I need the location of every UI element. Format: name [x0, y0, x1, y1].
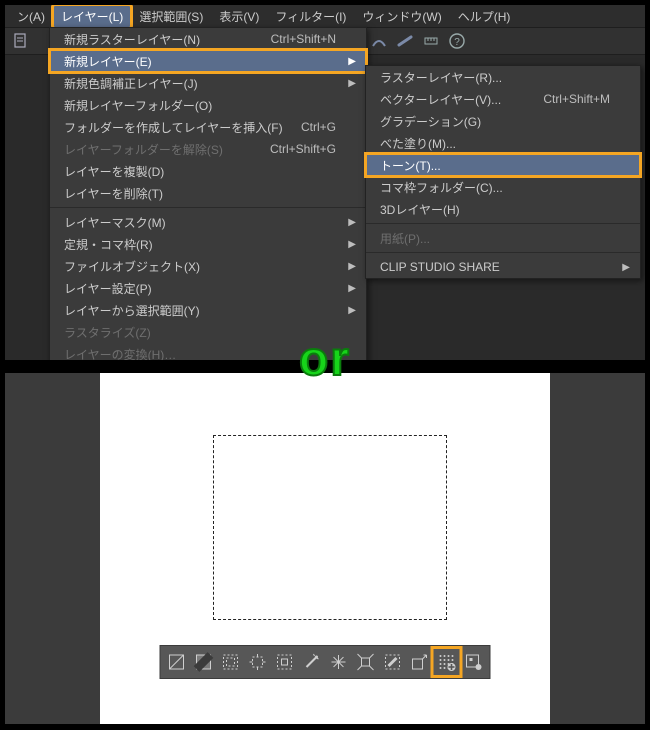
- menu-ヘルプh[interactable]: ヘルプ(H): [450, 5, 519, 28]
- menu-フィルターi[interactable]: フィルター(I): [267, 5, 354, 28]
- submenu-arrow-icon: ▶: [348, 78, 356, 89]
- new-layer-submenu-item-label: ベクターレイヤー(V)...: [380, 91, 501, 108]
- new-layer-submenu-item[interactable]: CLIP STUDIO SHARE ▶: [366, 256, 640, 278]
- clear-icon[interactable]: [327, 650, 351, 674]
- layer-menu-item[interactable]: レイヤーマスク(M) ▶: [50, 211, 366, 233]
- ruler-icon[interactable]: [421, 31, 441, 51]
- new-layer-submenu-item[interactable]: トーン(T)...: [366, 154, 640, 176]
- submenu-arrow-icon: ▶: [348, 56, 356, 67]
- new-tone-icon[interactable]: [435, 650, 459, 674]
- layer-menu-item-label: レイヤー設定(P): [64, 280, 152, 297]
- layer-menu-item-label: レイヤーマスク(M): [64, 214, 166, 231]
- layer-menu-item-label: レイヤーを削除(T): [64, 185, 163, 202]
- help-icon[interactable]: ?: [447, 31, 467, 51]
- layer-menu-item[interactable]: 定規・コマ枠(R) ▶: [50, 233, 366, 255]
- layer-menu-item-label: ファイルオブジェクト(X): [64, 258, 200, 275]
- new-layer-submenu-item-label: 3Dレイヤー(H): [380, 201, 460, 218]
- new-layer-submenu-item[interactable]: コマ枠フォルダー(C)...: [366, 176, 640, 198]
- deselect-icon[interactable]: [165, 650, 189, 674]
- new-layer-submenu-item-label: 用紙(P)...: [380, 230, 430, 247]
- submenu-arrow-icon: ▶: [622, 262, 630, 273]
- new-layer-submenu-item-label: グラデーション(G): [380, 113, 481, 130]
- submenu-arrow-icon: ▶: [348, 283, 356, 294]
- menu-ウィンドウw[interactable]: ウィンドウ(W): [354, 5, 449, 28]
- canvas-workspace: [5, 373, 645, 724]
- submenu-arrow-icon: ▶: [348, 217, 356, 228]
- new-layer-submenu-item[interactable]: ベクターレイヤー(V)... Ctrl+Shift+M: [366, 88, 640, 110]
- layer-menu-item-label: レイヤーフォルダーを解除(S): [64, 141, 223, 158]
- layer-menu-item-label: 新規色調補正レイヤー(J): [64, 75, 198, 92]
- layer-menu-item-label: 新規レイヤーフォルダー(O): [64, 97, 212, 114]
- brush-b-icon[interactable]: [369, 31, 389, 51]
- submenu-arrow-icon: ▶: [348, 261, 356, 272]
- new-layer-submenu-separator: [366, 252, 640, 253]
- layer-menu-item[interactable]: レイヤーを削除(T): [50, 182, 366, 204]
- layer-menu-item-label: ラスタライズ(Z): [64, 324, 151, 341]
- menu-表示v[interactable]: 表示(V): [211, 5, 267, 28]
- layer-menu-item[interactable]: ファイルオブジェクト(X) ▶: [50, 255, 366, 277]
- shortcut-label: Ctrl+G: [301, 120, 336, 134]
- submenu-arrow-icon: ▶: [348, 305, 356, 316]
- menu-選択範囲s[interactable]: 選択範囲(S): [131, 5, 211, 28]
- new-layer-submenu-item-label: コマ枠フォルダー(C)...: [380, 179, 503, 196]
- layer-menu: 新規ラスターレイヤー(N)Ctrl+Shift+N新規レイヤー(E)▶新規色調補…: [49, 27, 367, 362]
- layer-menu-item[interactable]: レイヤーを複製(D): [50, 160, 366, 182]
- svg-text:?: ?: [454, 37, 460, 48]
- brush-c-icon[interactable]: [395, 31, 415, 51]
- canvas-screenshot-panel: [3, 371, 647, 726]
- layer-menu-item-label: 新規ラスターレイヤー(N): [64, 31, 200, 48]
- menu-screenshot-panel: ン(A)レイヤー(L)選択範囲(S)表示(V)フィルター(I)ウィンドウ(W)ヘ…: [3, 3, 647, 362]
- doc-new-icon[interactable]: [11, 31, 31, 51]
- menu-ンa[interactable]: ン(A): [9, 5, 53, 28]
- layer-menu-separator: [50, 207, 366, 208]
- new-layer-submenu-item[interactable]: グラデーション(G): [366, 110, 640, 132]
- layer-menu-item-label: レイヤーから選択範囲(Y): [64, 302, 200, 319]
- shortcut-label: Ctrl+Shift+G: [270, 142, 336, 156]
- layer-menu-item: ラスタライズ(Z): [50, 321, 366, 343]
- layer-menu-item[interactable]: 新規ラスターレイヤー(N) Ctrl+Shift+N: [50, 28, 366, 50]
- crop-icon[interactable]: [192, 650, 216, 674]
- layer-menu-item-label: レイヤーの変換(H)…: [64, 346, 176, 363]
- layer-menu-item-label: 定規・コマ枠(R): [64, 236, 153, 253]
- layer-menu-item[interactable]: 新規レイヤー(E) ▶: [50, 50, 366, 72]
- layer-menu-item-label: レイヤーを複製(D): [64, 163, 164, 180]
- layer-menu-item[interactable]: 新規レイヤーフォルダー(O): [50, 94, 366, 116]
- fill-icon[interactable]: [381, 650, 405, 674]
- new-layer-submenu-item-label: CLIP STUDIO SHARE: [380, 260, 500, 274]
- layer-menu-item-label: 新規レイヤー(E): [64, 53, 152, 70]
- layer-menu-item: レイヤーの変換(H)…: [50, 343, 366, 362]
- layer-menu-item[interactable]: 新規色調補正レイヤー(J) ▶: [50, 72, 366, 94]
- marquee-selection: [213, 435, 447, 620]
- new-layer-submenu-item[interactable]: 3Dレイヤー(H): [366, 198, 640, 220]
- wand-icon[interactable]: [300, 650, 324, 674]
- layer-menu-item[interactable]: レイヤー設定(P) ▶: [50, 277, 366, 299]
- menubar: ン(A)レイヤー(L)選択範囲(S)表示(V)フィルター(I)ウィンドウ(W)ヘ…: [5, 5, 645, 27]
- shrink-icon[interactable]: [273, 650, 297, 674]
- new-layer-submenu-separator: [366, 223, 640, 224]
- outside-clear-icon[interactable]: [354, 650, 378, 674]
- shortcut-label: Ctrl+Shift+M: [543, 92, 610, 106]
- selection-launcher: [160, 645, 491, 679]
- new-layer-submenu: ラスターレイヤー(R)... ベクターレイヤー(V)... Ctrl+Shift+M…: [365, 65, 641, 279]
- submenu-arrow-icon: ▶: [348, 239, 356, 250]
- canvas-paper[interactable]: [100, 373, 550, 724]
- menu-レイヤーl[interactable]: レイヤー(L): [53, 5, 131, 28]
- new-layer-submenu-item[interactable]: ラスターレイヤー(R)...: [366, 66, 640, 88]
- layer-menu-item-label: フォルダーを作成してレイヤーを挿入(F): [64, 119, 283, 136]
- layer-menu-item[interactable]: レイヤーから選択範囲(Y) ▶: [50, 299, 366, 321]
- new-layer-submenu-item-label: べた塗り(M)...: [380, 135, 456, 152]
- new-layer-submenu-item-label: トーン(T)...: [380, 157, 441, 174]
- new-layer-submenu-item[interactable]: べた塗り(M)...: [366, 132, 640, 154]
- new-layer-submenu-item: 用紙(P)...: [366, 227, 640, 249]
- new-layer-icon[interactable]: [462, 650, 486, 674]
- scale-icon[interactable]: [408, 650, 432, 674]
- shortcut-label: Ctrl+Shift+N: [271, 32, 336, 46]
- layer-menu-item[interactable]: フォルダーを作成してレイヤーを挿入(F) Ctrl+G: [50, 116, 366, 138]
- invert-icon[interactable]: [219, 650, 243, 674]
- layer-menu-item: レイヤーフォルダーを解除(S) Ctrl+Shift+G: [50, 138, 366, 160]
- new-layer-submenu-item-label: ラスターレイヤー(R)...: [380, 69, 502, 86]
- expand-icon[interactable]: [246, 650, 270, 674]
